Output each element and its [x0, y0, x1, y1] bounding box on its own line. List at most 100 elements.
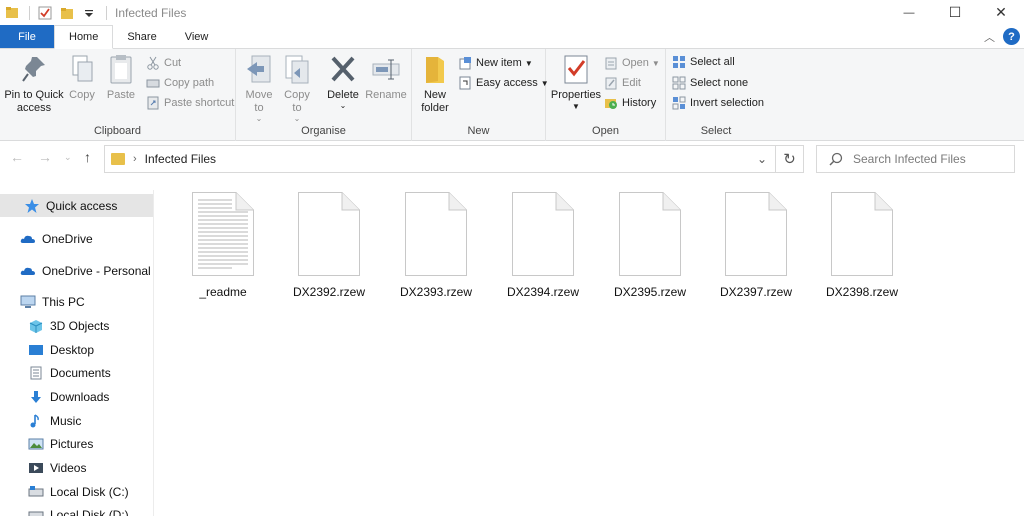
edit-label: Edit	[622, 77, 641, 89]
navigation-pane: Quick access OneDrive OneDrive - Persona…	[0, 190, 154, 516]
new-folder-icon[interactable]	[60, 6, 74, 20]
properties-icon[interactable]	[38, 6, 52, 20]
nav-item-local-disk-d[interactable]: Local Disk (D:)	[0, 503, 153, 516]
nav-item-pictures[interactable]: Pictures	[0, 432, 153, 455]
nav-label: Downloads	[50, 389, 110, 404]
paste-shortcut-label: Paste shortcut	[164, 97, 235, 109]
history-label: History	[622, 97, 657, 109]
delete-button[interactable]: Delete ⌄	[324, 53, 362, 110]
nav-item-downloads[interactable]: Downloads	[0, 385, 153, 408]
help-icon[interactable]: ?	[1003, 28, 1020, 45]
copy-path-icon	[146, 76, 160, 90]
nav-item-music[interactable]: Music	[0, 409, 153, 432]
download-icon	[28, 390, 44, 404]
paste-button[interactable]: Paste	[102, 53, 140, 102]
invert-selection-label: Invert selection	[690, 97, 764, 109]
up-arrow-icon[interactable]: ↑	[84, 149, 91, 165]
music-icon	[28, 413, 44, 428]
invert-selection-icon	[672, 96, 686, 110]
nav-label: Local Disk (C:)	[50, 484, 129, 499]
nav-label: Music	[50, 413, 82, 428]
paste-shortcut-icon	[146, 96, 160, 110]
pin-label: Pin to Quick access	[4, 89, 64, 114]
forward-arrow-icon[interactable]: →	[38, 149, 52, 165]
history-button[interactable]: History	[604, 93, 656, 113]
tab-share[interactable]: Share	[113, 25, 170, 48]
blank-file-icon	[619, 192, 681, 276]
folder-icon	[111, 153, 125, 165]
tab-home[interactable]: Home	[54, 25, 114, 49]
search-input[interactable]	[853, 152, 1003, 166]
file-item[interactable]: DX2393.rzew	[388, 192, 484, 302]
window-controls: — ☐ ✕	[886, 0, 1024, 25]
open-button[interactable]: Open ▼	[604, 53, 660, 73]
move-to-button[interactable]: Move to ⌄	[242, 53, 276, 123]
organise-group: Move to ⌄ Copy to ⌄ Delete ⌄ Rename Orga…	[236, 49, 412, 141]
nav-item-local-disk-c[interactable]: Local Disk (C:)	[0, 480, 153, 503]
disk-icon	[28, 508, 44, 516]
copy-button[interactable]: Copy	[64, 53, 100, 102]
collapse-ribbon-chevron-up-icon[interactable]: ︿	[984, 29, 995, 45]
search-box	[816, 145, 1015, 173]
file-item[interactable]: DX2394.rzew	[495, 192, 591, 302]
copy-to-label: Copy to	[284, 89, 310, 114]
pictures-icon	[28, 437, 44, 451]
new-item-button[interactable]: New item ▼	[458, 53, 533, 73]
edit-button[interactable]: Edit	[604, 73, 641, 93]
copy-to-button[interactable]: Copy to ⌄	[280, 53, 314, 123]
cloud-icon	[20, 232, 36, 246]
paste-shortcut-button[interactable]: Paste shortcut	[146, 93, 234, 113]
select-none-button[interactable]: Select none	[672, 73, 748, 93]
easy-access-button[interactable]: Easy access ▼	[458, 73, 549, 93]
breadcrumb-chevron-right-icon[interactable]: ›	[133, 153, 137, 165]
copy-path-button[interactable]: Copy path	[146, 73, 214, 93]
rename-label: Rename	[365, 89, 407, 101]
file-item[interactable]: DX2395.rzew	[602, 192, 698, 302]
delete-x-icon	[328, 53, 358, 85]
open-group-label: Open	[592, 125, 619, 137]
nav-item-videos[interactable]: Videos	[0, 456, 153, 479]
nav-item-this-pc[interactable]: This PC	[0, 290, 153, 313]
blank-file-icon	[405, 192, 467, 276]
new-folder-button[interactable]: New folder	[416, 53, 454, 115]
select-all-label: Select all	[690, 56, 735, 68]
nav-item-documents[interactable]: Documents	[0, 361, 153, 384]
recent-locations-chevron-down-icon[interactable]: ⌄	[64, 152, 72, 163]
nav-label: Local Disk (D:)	[50, 507, 129, 516]
file-item[interactable]: DX2398.rzew	[814, 192, 910, 302]
nav-item-desktop[interactable]: Desktop	[0, 338, 153, 361]
refresh-button[interactable]: ↻	[776, 145, 804, 173]
scissors-icon	[146, 56, 160, 70]
maximize-button[interactable]: ☐	[932, 0, 978, 25]
file-item[interactable]: _readme	[175, 192, 271, 302]
maximize-icon: ☐	[948, 4, 962, 20]
properties-button[interactable]: Properties ▼	[550, 53, 602, 111]
file-item[interactable]: DX2397.rzew	[708, 192, 804, 302]
organise-group-label: Organise	[301, 125, 346, 137]
select-group-label: Select	[700, 125, 732, 137]
nav-label: 3D Objects	[50, 318, 110, 333]
customize-qat-chevron-down-icon[interactable]	[82, 6, 96, 20]
back-arrow-icon[interactable]: ←	[10, 149, 24, 165]
minimize-button[interactable]: —	[886, 0, 932, 25]
select-all-button[interactable]: Select all	[672, 52, 735, 72]
ribbon: Pin to Quick access Copy Paste Cut Copy …	[0, 49, 1024, 141]
nav-item-onedrive-personal[interactable]: OneDrive - Personal	[0, 259, 153, 282]
breadcrumb-current[interactable]: Infected Files	[145, 152, 216, 166]
invert-selection-button[interactable]: Invert selection	[672, 93, 764, 113]
tab-file[interactable]: File	[0, 25, 54, 48]
nav-item-3d-objects[interactable]: 3D Objects	[0, 314, 153, 337]
file-item[interactable]: DX2392.rzew	[281, 192, 377, 302]
cut-button[interactable]: Cut	[146, 53, 181, 73]
rename-button[interactable]: Rename	[364, 53, 408, 102]
close-button[interactable]: ✕	[978, 0, 1024, 25]
blank-file-icon	[831, 192, 893, 276]
open-group: Properties ▼ Open ▼ Edit History Open	[546, 49, 666, 141]
pin-to-quick-access-button[interactable]: Pin to Quick access	[3, 53, 65, 115]
clipboard-group-label: Clipboard	[93, 125, 142, 137]
nav-item-quick-access[interactable]: Quick access	[0, 194, 153, 217]
address-history-chevron-down-icon[interactable]: ⌄	[757, 152, 767, 166]
tab-view[interactable]: View	[171, 25, 223, 48]
nav-item-onedrive[interactable]: OneDrive	[0, 227, 153, 250]
address-bar[interactable]: › Infected Files ⌄	[104, 145, 776, 173]
